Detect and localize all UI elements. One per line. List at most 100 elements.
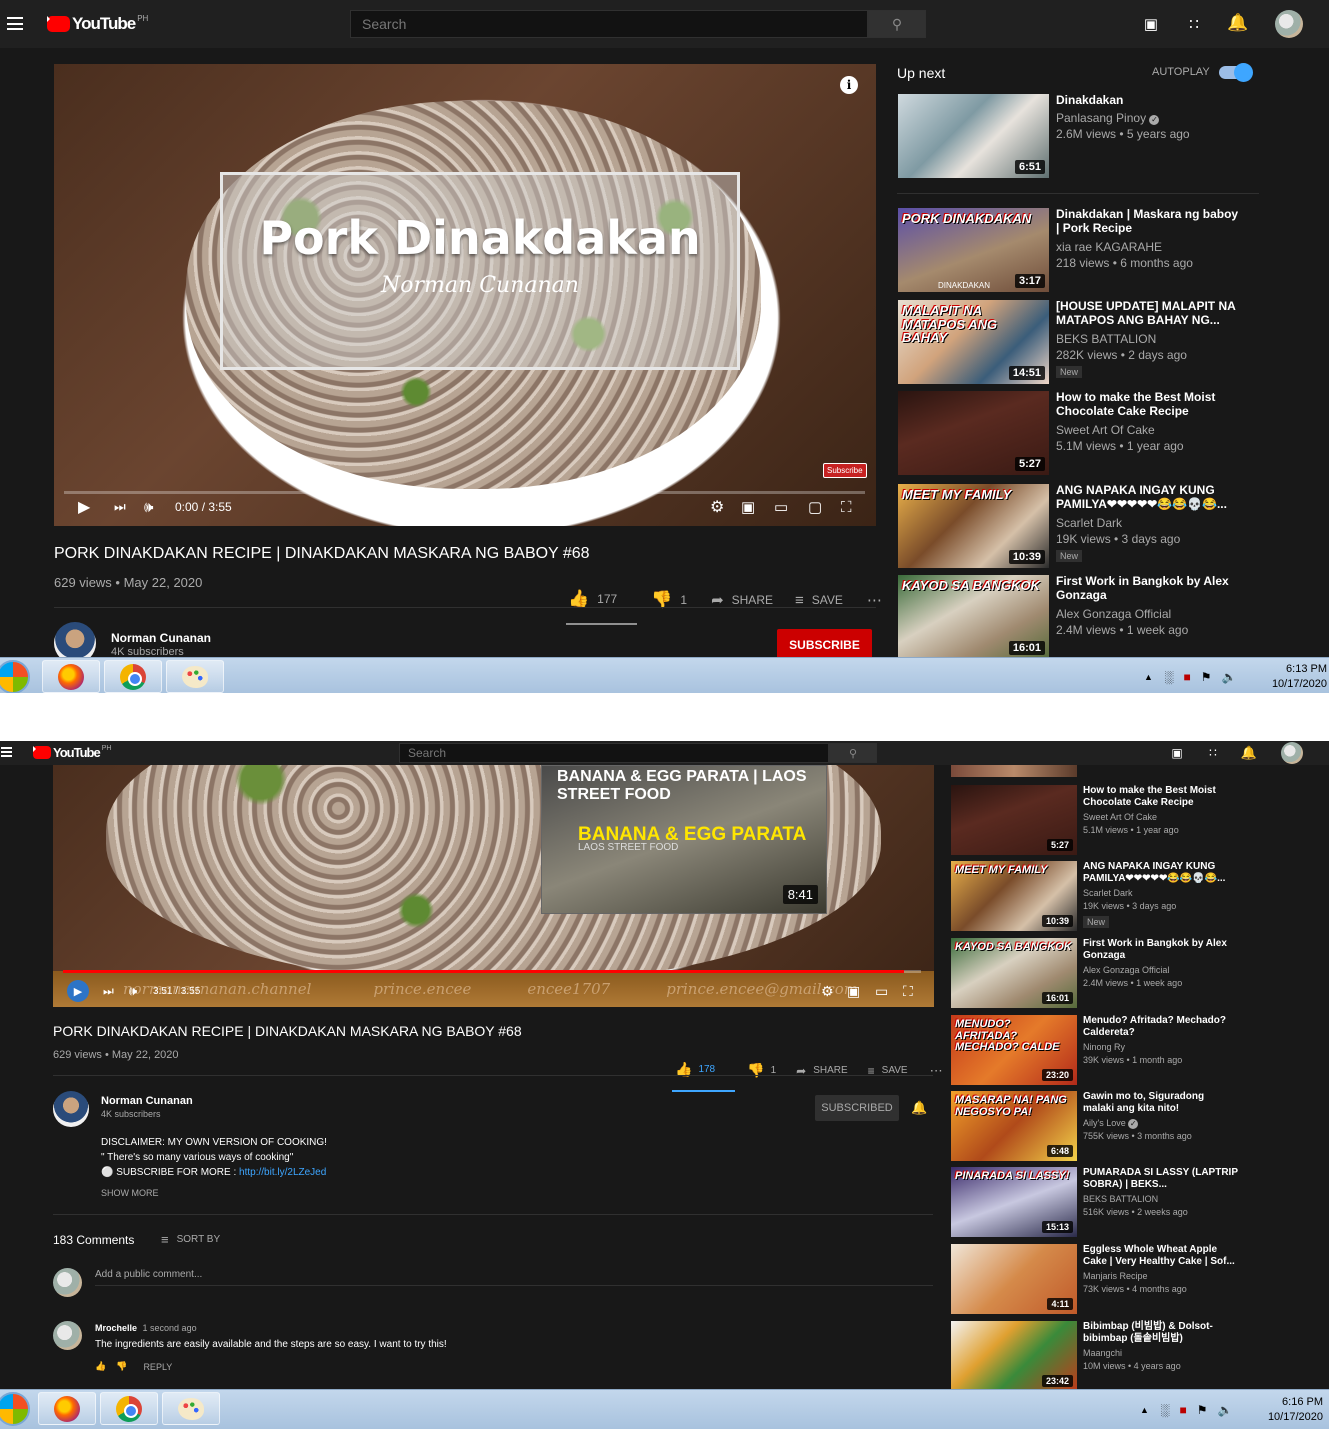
video-thumbnail[interactable]: MEET MY FAMILY 10:39: [951, 861, 1077, 931]
dislike-button[interactable]: 👎 1: [747, 1062, 776, 1079]
recommended-video[interactable]: MENUDO? AFRITADA? MECHADO? CALDE 23:20 M…: [951, 1015, 1251, 1085]
fullscreen-icon[interactable]: ⛶: [841, 499, 852, 516]
notification-bell-icon[interactable]: 🔔: [911, 1100, 927, 1116]
channel-name[interactable]: BEKS BATTALION: [1056, 332, 1156, 346]
network-icon[interactable]: ░: [1165, 670, 1174, 684]
channel-name[interactable]: Ninong Ry: [1083, 1042, 1125, 1052]
video-thumbnail[interactable]: MEET MY FAMILY 10:39: [898, 484, 1049, 568]
action-center-flag-icon[interactable]: ⚑: [1201, 670, 1212, 684]
recommended-video[interactable]: KAYOD SA BANGKOK 16:01 First Work in Ban…: [951, 938, 1251, 1008]
info-icon[interactable]: i: [840, 76, 858, 94]
video-thumbnail[interactable]: 23:42: [951, 1321, 1077, 1391]
sort-by-button[interactable]: ≡ SORT BY: [161, 1232, 220, 1247]
video-title[interactable]: Dinakdakan: [1056, 93, 1241, 108]
search-input[interactable]: Search: [350, 10, 868, 38]
video-title[interactable]: Gawin mo to, Siguradong malaki ang kita …: [1083, 1091, 1238, 1114]
apps-grid-icon[interactable]: ∷: [1203, 743, 1223, 763]
like-button[interactable]: 👍 178: [672, 1061, 736, 1092]
paint-taskbar-button[interactable]: [166, 660, 224, 693]
system-clock[interactable]: 6:16 PM 10/17/2020: [1268, 1395, 1323, 1425]
subscribe-link[interactable]: http://bit.ly/2LZeJed: [239, 1167, 326, 1178]
security-icon[interactable]: ■: [1179, 1403, 1186, 1417]
miniplayer-icon[interactable]: ▣: [847, 983, 860, 1000]
recommended-video[interactable]: 6:51 Dinakdakan Panlasang Pinoy ✓ 2.6M v…: [898, 93, 1258, 178]
channel-name[interactable]: BEKS BATTALION: [1083, 1194, 1158, 1204]
next-icon[interactable]: ⏭: [103, 984, 114, 999]
youtube-logo[interactable]: YouTube PH: [47, 14, 148, 34]
channel-name[interactable]: Aily's Love ✓: [1083, 1118, 1139, 1129]
channel-name[interactable]: Sweet Art Of Cake: [1056, 423, 1155, 437]
paint-taskbar-button[interactable]: [162, 1392, 220, 1425]
recommended-video[interactable]: 5:27 How to make the Best Moist Chocolat…: [951, 785, 1251, 855]
video-player[interactable]: Pork Dinakdakan Norman Cunanan i Subscri…: [54, 64, 876, 526]
progress-bar[interactable]: [63, 970, 921, 973]
comment-dislike-icon[interactable]: 👎: [116, 1361, 127, 1372]
more-actions-icon[interactable]: ⋯: [930, 1063, 943, 1079]
network-icon[interactable]: ░: [1161, 1403, 1170, 1417]
video-thumbnail[interactable]: KAYOD SA BANGKOK 16:01: [951, 938, 1077, 1008]
settings-gear-icon[interactable]: ⚙: [821, 983, 834, 1000]
comment-author[interactable]: Mrochelle: [95, 1323, 137, 1333]
youtube-logo[interactable]: YouTube PH: [33, 745, 111, 760]
search-button[interactable]: ⚲: [868, 10, 926, 38]
video-thumbnail[interactable]: PORK DINAKDAKAN DINAKDAKAN 3:17: [898, 208, 1049, 292]
video-thumbnail[interactable]: PINARADA SI LASSY! 15:13: [951, 1167, 1077, 1237]
video-thumbnail[interactable]: MENUDO? AFRITADA? MECHADO? CALDE 23:20: [951, 1015, 1077, 1085]
recommended-video[interactable]: 4:11 Eggless Whole Wheat Apple Cake | Ve…: [951, 1244, 1251, 1314]
video-title[interactable]: ANG NAPAKA INGAY KUNG PAMILYA❤❤❤❤❤😂😂💀😂..…: [1083, 861, 1238, 884]
volume-icon[interactable]: 🕪: [144, 499, 153, 516]
subscribed-button[interactable]: SUBSCRIBED: [815, 1095, 899, 1121]
recommended-video[interactable]: PINARADA SI LASSY! 15:13 PUMARADA SI LAS…: [951, 1167, 1251, 1237]
comment-like-icon[interactable]: 👍: [95, 1361, 106, 1372]
create-video-icon[interactable]: ▣: [1140, 14, 1162, 34]
video-thumbnail[interactable]: 5:27: [951, 785, 1077, 855]
firefox-taskbar-button[interactable]: [38, 1392, 96, 1425]
channel-name[interactable]: Alex Gonzaga Official: [1056, 607, 1171, 621]
security-icon[interactable]: ■: [1183, 670, 1190, 684]
video-title[interactable]: ANG NAPAKA INGAY KUNG PAMILYA❤❤❤❤❤😂😂💀😂..…: [1056, 483, 1241, 512]
volume-tray-icon[interactable]: 🔈: [1221, 670, 1236, 684]
video-title[interactable]: [HOUSE UPDATE] MALAPIT NA MATAPOS ANG BA…: [1056, 299, 1241, 328]
menu-icon[interactable]: [1, 747, 12, 757]
create-video-icon[interactable]: ▣: [1167, 743, 1187, 763]
miniplayer-icon[interactable]: ▣: [741, 498, 755, 516]
play-icon[interactable]: ▶: [67, 980, 89, 1002]
recommended-video[interactable]: 23:42 Bibimbap (비빔밥) & Dolsot-bibimbap (…: [951, 1321, 1251, 1391]
search-input[interactable]: Search: [399, 743, 829, 763]
start-button[interactable]: [0, 1392, 30, 1426]
comment-input[interactable]: Add a public comment...: [95, 1269, 933, 1286]
video-title[interactable]: Eggless Whole Wheat Apple Cake | Very He…: [1083, 1244, 1238, 1267]
video-title[interactable]: PUMARADA SI LASSY (LAPTRIP SOBRA) | BEKS…: [1083, 1167, 1238, 1190]
fullscreen-icon[interactable]: ⛶: [903, 983, 913, 1000]
video-title[interactable]: Dinakdakan | Maskara ng baboy | Pork Rec…: [1056, 207, 1241, 236]
channel-name[interactable]: xia rae KAGARAHE: [1056, 240, 1162, 254]
system-clock[interactable]: 6:13 PM 10/17/2020: [1272, 662, 1327, 692]
video-thumbnail[interactable]: MASARAP NA! PANG NEGOSYO PA! 6:48: [951, 1091, 1077, 1161]
subscribe-watermark[interactable]: Subscribe: [823, 463, 867, 478]
comment-time[interactable]: 1 second ago: [143, 1323, 197, 1333]
show-hidden-icons[interactable]: ▲: [1140, 1405, 1149, 1415]
video-title[interactable]: How to make the Best Moist Chocolate Cak…: [1056, 390, 1241, 419]
autoplay-toggle[interactable]: [1219, 63, 1253, 82]
video-thumbnail[interactable]: 4:11: [951, 1244, 1077, 1314]
video-title[interactable]: Bibimbap (비빔밥) & Dolsot-bibimbap (돌솥비빔밥): [1083, 1321, 1238, 1344]
chrome-taskbar-button[interactable]: [100, 1392, 158, 1425]
reply-button[interactable]: REPLY: [143, 1362, 172, 1372]
action-center-flag-icon[interactable]: ⚑: [1197, 1403, 1208, 1417]
start-button[interactable]: [0, 660, 30, 693]
channel-name[interactable]: Manjaris Recipe: [1083, 1271, 1148, 1281]
video-title[interactable]: How to make the Best Moist Chocolate Cak…: [1083, 785, 1238, 808]
video-player[interactable]: BANANA & EGG PARATA | LAOS STREET FOOD B…: [53, 765, 934, 1007]
next-icon[interactable]: ⏭: [114, 499, 126, 515]
recommended-video[interactable]: KAYOD SA BANGKOK 16:01 First Work in Ban…: [898, 574, 1258, 659]
video-thumbnail[interactable]: MALAPIT NA MATAPOS ANG BAHAY 14:51: [898, 300, 1049, 384]
notifications-bell-icon[interactable]: 🔔: [1227, 13, 1249, 33]
theater-mode-icon[interactable]: ▭: [774, 498, 788, 516]
chrome-taskbar-button[interactable]: [104, 660, 162, 693]
recommended-video[interactable]: MEET MY FAMILY 10:39 ANG NAPAKA INGAY KU…: [898, 483, 1258, 568]
save-button[interactable]: ≡ SAVE: [795, 592, 843, 609]
theater-mode-icon[interactable]: ▭: [875, 983, 888, 1000]
video-title[interactable]: First Work in Bangkok by Alex Gonzaga: [1083, 938, 1238, 961]
video-title[interactable]: First Work in Bangkok by Alex Gonzaga: [1056, 574, 1241, 603]
channel-name[interactable]: Maangchi: [1083, 1348, 1122, 1358]
